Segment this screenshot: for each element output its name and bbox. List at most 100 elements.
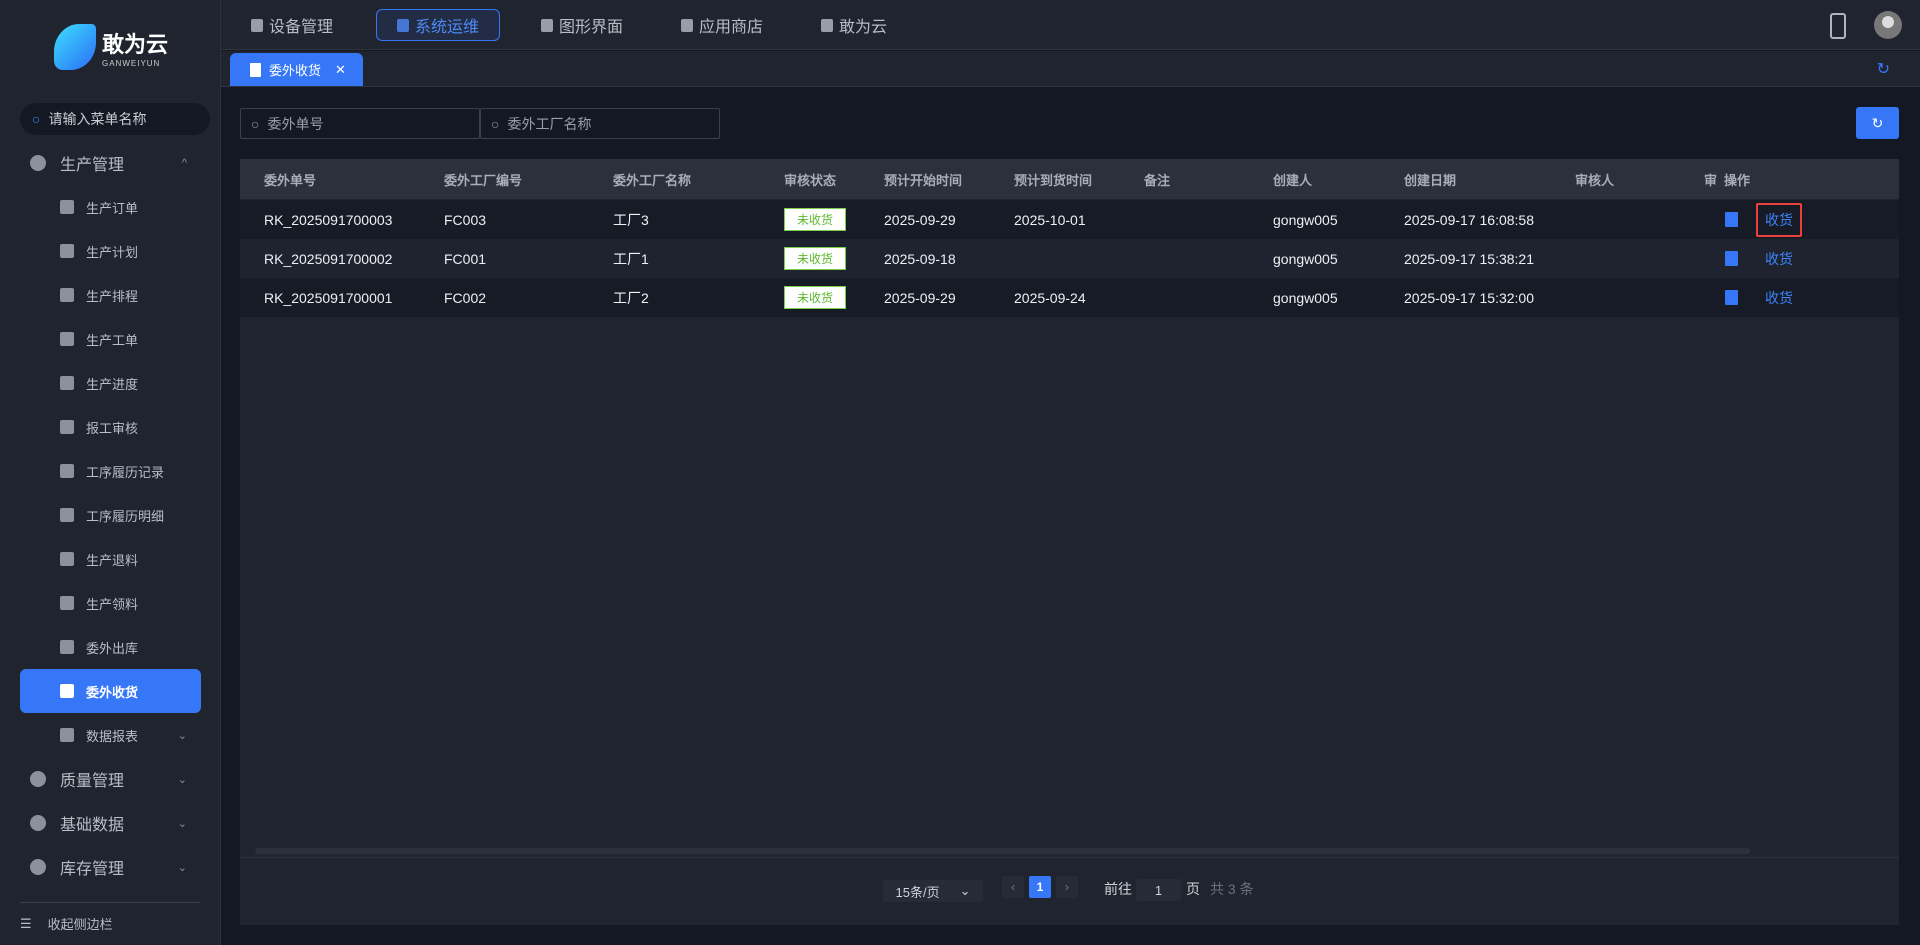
table-row[interactable]: RK_2025091700002FC001工厂1未收货2025-09-18gon…: [240, 239, 1899, 278]
column-header: 审核状态: [784, 159, 836, 199]
sidebar-menu: 生产管理^ 生产订单生产计划生产排程生产工单生产进度报工审核工序履历记录工序履历明…: [0, 141, 221, 889]
receive-button[interactable]: 收货: [1756, 203, 1802, 237]
brand-sub: GANWEIYUN: [102, 59, 168, 68]
column-header: 创建日期: [1404, 159, 1456, 199]
cell-arrival: 2025-09-24: [1014, 278, 1086, 317]
sidebar-item-12[interactable]: 委外收货: [20, 669, 201, 713]
sidebar-item-3[interactable]: 生产排程: [0, 273, 221, 317]
cell-order-no: RK_2025091700003: [264, 200, 392, 239]
sidebar-item-6[interactable]: 报工审核: [0, 405, 221, 449]
goto-page-input[interactable]: 1: [1136, 879, 1181, 901]
sidebar-item-8[interactable]: 工序履历明细: [0, 493, 221, 537]
cell-creator: gongw005: [1273, 239, 1338, 278]
chevron-icon[interactable]: ⌄: [178, 729, 187, 742]
sidebar-item-0[interactable]: 生产管理^: [0, 141, 221, 185]
view-detail-icon[interactable]: [1725, 251, 1738, 266]
page-unit-label: 页: [1186, 879, 1200, 899]
menu-item-icon: [60, 640, 74, 654]
sidebar-item-15[interactable]: 基础数据 ⌄: [0, 801, 221, 845]
menu-item-icon: [60, 508, 74, 522]
cell-status: 未收货: [784, 278, 846, 317]
sidebar-item-1[interactable]: 生产订单: [0, 185, 221, 229]
menu-search-input[interactable]: ○ 请输入菜单名称: [20, 103, 210, 135]
menu-item-icon: [60, 200, 74, 214]
sidebar-item-2[interactable]: 生产计划: [0, 229, 221, 273]
horizontal-scrollbar[interactable]: [255, 848, 1750, 854]
sidebar-item-label: 报工审核: [86, 418, 138, 437]
topnav-label: 系统运维: [415, 13, 479, 37]
chevron-icon[interactable]: ⌄: [178, 861, 187, 874]
sidebar-item-16[interactable]: 库存管理 ⌄: [0, 845, 221, 889]
topnav-label: 图形界面: [559, 13, 623, 37]
chevron-icon[interactable]: ⌄: [178, 817, 187, 830]
collapse-icon: ☰: [20, 916, 32, 932]
sidebar-item-label: 工序履历记录: [86, 462, 164, 481]
collapse-sidebar-button[interactable]: ☰ 收起侧边栏: [20, 914, 113, 933]
refresh-tab-icon[interactable]: ↻: [1877, 59, 1890, 79]
receive-button[interactable]: 收货: [1756, 281, 1802, 315]
next-page-button[interactable]: ›: [1056, 876, 1078, 898]
receive-button[interactable]: 收货: [1756, 242, 1802, 276]
total-count: 共 3 条: [1210, 879, 1254, 899]
table-row[interactable]: RK_2025091700001FC002工厂2未收货2025-09-29202…: [240, 278, 1899, 317]
cell-start: 2025-09-29: [884, 278, 956, 317]
sidebar-divider: [20, 902, 200, 903]
sidebar-item-label: 生产退料: [86, 550, 138, 569]
sidebar-item-label: 生产领料: [86, 594, 138, 613]
cell-creator: gongw005: [1273, 200, 1338, 239]
sidebar-item-label: 生产计划: [86, 242, 138, 261]
sidebar-item-9[interactable]: 生产退料: [0, 537, 221, 581]
mobile-icon[interactable]: [1830, 13, 1846, 39]
sidebar-item-10[interactable]: 生产领料: [0, 581, 221, 625]
cell-factory-name: 工厂1: [613, 239, 649, 278]
topnav-graphic-ui[interactable]: 图形界面: [521, 9, 643, 41]
pagination: 15条/页⌄ ‹ 1 › 前往 1 页 共 3 条: [240, 857, 1899, 925]
topnav-app-store[interactable]: 应用商店: [661, 9, 783, 41]
cell-created: 2025-09-17 15:32:00: [1404, 278, 1534, 317]
sidebar-item-5[interactable]: 生产进度: [0, 361, 221, 405]
menu-item-icon: [60, 288, 74, 302]
page-size-value: 15条/页: [896, 882, 940, 901]
close-icon[interactable]: ✕: [335, 62, 346, 78]
avatar[interactable]: [1874, 11, 1902, 39]
menu-item-icon: [30, 155, 46, 171]
column-header: 预计开始时间: [884, 159, 962, 199]
sidebar-item-label: 库存管理: [60, 855, 124, 879]
view-detail-icon[interactable]: [1725, 290, 1738, 305]
chevron-icon[interactable]: ⌄: [178, 773, 187, 786]
prev-page-button[interactable]: ‹: [1002, 876, 1024, 898]
sidebar-item-label: 基础数据: [60, 811, 124, 835]
sidebar-item-13[interactable]: 数据报表⌄: [0, 713, 221, 757]
topnav-ganweiyun[interactable]: 敢为云: [801, 9, 907, 41]
topnav-device-management[interactable]: 设备管理: [231, 9, 353, 41]
sidebar-item-label: 生产订单: [86, 198, 138, 217]
view-detail-icon[interactable]: [1725, 212, 1738, 227]
menu-item-icon: [60, 728, 74, 742]
chevron-down-icon: ⌄: [960, 883, 971, 899]
topnav-system-ops[interactable]: 系统运维: [376, 9, 500, 41]
cell-created: 2025-09-17 15:38:21: [1404, 239, 1534, 278]
sidebar-item-7[interactable]: 工序履历记录: [0, 449, 221, 493]
sidebar-item-label: 生产排程: [86, 286, 138, 305]
refresh-button[interactable]: ↻: [1856, 107, 1899, 139]
sidebar-item-11[interactable]: 委外出库: [0, 625, 221, 669]
tab-outsource-receipt[interactable]: 委外收货 ✕: [230, 53, 363, 86]
logo: 敢为云GANWEIYUN: [54, 24, 168, 70]
butterfly-icon: [821, 19, 833, 32]
column-header: 备注: [1144, 159, 1170, 199]
page-size-select[interactable]: 15条/页 ⌄: [883, 880, 983, 902]
sidebar-item-label: 质量管理: [60, 767, 124, 791]
column-header: 审核人: [1575, 159, 1614, 199]
sidebar-item-14[interactable]: 质量管理 ⌄: [0, 757, 221, 801]
cell-actions: 收货: [1725, 200, 1802, 239]
menu-item-icon: [60, 684, 74, 698]
sidebar: 敢为云GANWEIYUN ○ 请输入菜单名称 生产管理^ 生产订单生产计划生产排程…: [0, 0, 221, 945]
page-1-button[interactable]: 1: [1029, 876, 1051, 898]
order-no-search-input[interactable]: ○委外单号: [240, 108, 480, 139]
table-row[interactable]: RK_2025091700003FC003工厂3未收货2025-09-29202…: [240, 200, 1899, 239]
cell-created: 2025-09-17 16:08:58: [1404, 200, 1534, 239]
sidebar-item-4[interactable]: 生产工单: [0, 317, 221, 361]
menu-search-placeholder: 请输入菜单名称: [48, 109, 146, 129]
factory-name-search-input[interactable]: ○委外工厂名称: [480, 108, 720, 139]
chevron-icon[interactable]: ^: [182, 157, 187, 169]
